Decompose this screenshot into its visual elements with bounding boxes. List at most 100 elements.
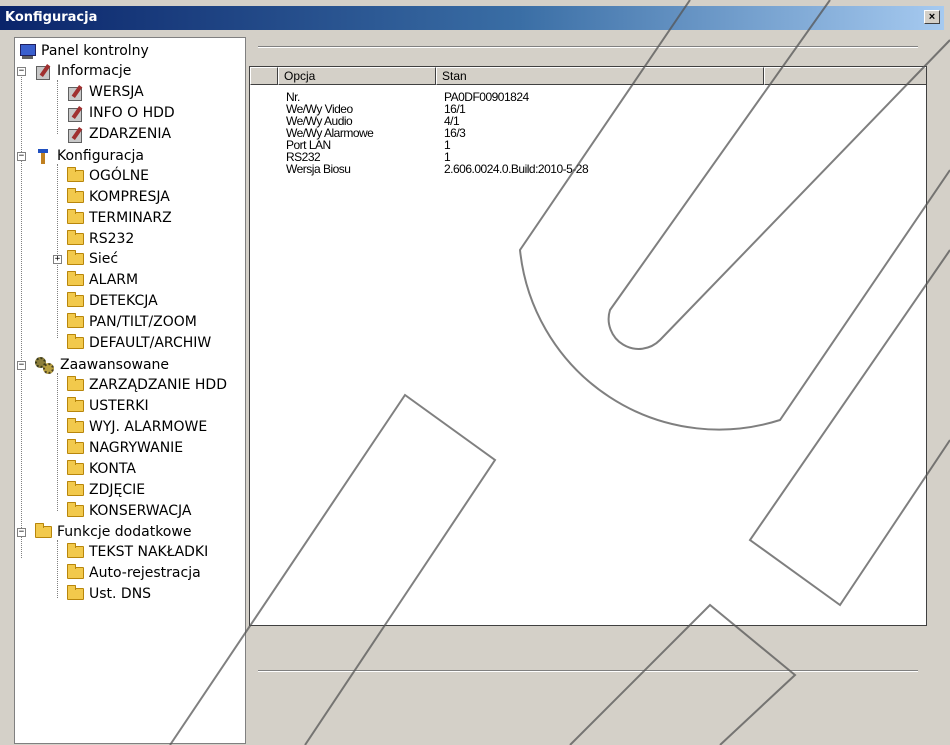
close-button[interactable]: × <box>924 10 940 24</box>
window-title: Konfiguracja <box>5 10 98 25</box>
tree-item-rs232[interactable]: RS232 <box>67 229 134 249</box>
tree-item-label: WERSJA <box>89 84 144 100</box>
tree-node-label: Konfiguracja <box>57 148 145 164</box>
collapse-toggle-funkcje[interactable]: − <box>17 528 26 537</box>
table-row[interactable]: RS232 1 <box>250 151 926 163</box>
tree-item-label: KONSERWACJA <box>89 503 192 519</box>
table-header: Opcja Stan <box>250 67 926 85</box>
tree-item-konta[interactable]: KONTA <box>67 459 136 479</box>
expand-toggle-siec[interactable]: + <box>53 255 62 264</box>
tree-item-pan-tilt-zoom[interactable]: PAN/TILT/ZOOM <box>67 312 197 332</box>
tree-item-nagrywanie[interactable]: NAGRYWANIE <box>67 438 183 458</box>
tree-item-label: OGÓLNE <box>89 168 150 184</box>
note-icon <box>35 64 52 80</box>
cell-option: Wersja Biosu <box>286 162 351 176</box>
config-window: Konfiguracja × Panel kontrolny − Informa… <box>0 0 950 745</box>
tree-item-label: Auto-rejestracja <box>89 565 201 581</box>
tree-item-label: KOMPRESJA <box>89 189 170 205</box>
collapse-toggle-zaawansowane[interactable]: − <box>17 361 26 370</box>
tree-item-usterki[interactable]: USTERKI <box>67 396 149 416</box>
tree-item-info-hdd[interactable]: INFO O HDD <box>67 103 175 123</box>
tree-item-zdarzenia[interactable]: ZDARZENIA <box>67 124 171 144</box>
tree-item-label: Sieć <box>89 251 119 267</box>
note-icon <box>67 85 84 101</box>
tree-node-label: Funkcje dodatkowe <box>57 524 192 540</box>
tree-node-konfiguracja[interactable]: Konfiguracja <box>35 146 144 166</box>
folder-icon <box>67 418 84 433</box>
tree-node-label: Informacje <box>57 63 132 79</box>
table-row[interactable]: Port LAN 1 <box>250 139 926 151</box>
folder-icon <box>67 188 84 203</box>
tree-item-default-archiw[interactable]: DEFAULT/ARCHIW <box>67 333 211 353</box>
tree-item-label: DEFAULT/ARCHIW <box>89 335 212 351</box>
tree-node-funkcje-dodatkowe[interactable]: Funkcje dodatkowe <box>35 522 191 542</box>
header-filler <box>764 67 926 85</box>
folder-icon <box>67 230 84 245</box>
tree-item-label: ZDARZENIA <box>89 126 172 142</box>
tree-item-kompresja[interactable]: KOMPRESJA <box>67 187 170 207</box>
cell-value: 2.606.0024.0.Build:2010-5-28 <box>444 162 589 176</box>
column-header-stan[interactable]: Stan <box>436 67 764 85</box>
tree-item-wyj-alarmowe[interactable]: WYJ. ALARMOWE <box>67 417 207 437</box>
tree-item-konserwacja[interactable]: KONSERWACJA <box>67 501 191 521</box>
tree-line <box>21 70 22 558</box>
tree-item-ogolne[interactable]: OGÓLNE <box>67 166 149 186</box>
tree-item-alarm[interactable]: ALARM <box>67 270 138 290</box>
tree-item-terminarz[interactable]: TERMINARZ <box>67 208 172 228</box>
tree-root-label: Panel kontrolny <box>41 43 149 59</box>
tree-line <box>57 373 58 511</box>
tree-item-label: TERMINARZ <box>89 210 172 226</box>
folder-icon <box>67 271 84 286</box>
tree-item-label: WYJ. ALARMOWE <box>89 419 208 435</box>
folder-icon <box>67 564 84 579</box>
tree-line <box>57 164 58 338</box>
tree-item-siec[interactable]: Sieć <box>67 249 118 269</box>
folder-icon <box>67 481 84 496</box>
tree-root-panel[interactable]: Panel kontrolny <box>19 41 149 61</box>
collapse-toggle-informacje[interactable]: − <box>17 67 26 76</box>
folder-icon <box>35 523 52 538</box>
tree-node-zaawansowane[interactable]: Zaawansowane <box>35 355 169 375</box>
tree-item-label: INFO O HDD <box>89 105 175 121</box>
tree-item-label: KONTA <box>89 461 136 477</box>
folder-icon <box>67 292 84 307</box>
tree-item-label: NAGRYWANIE <box>89 440 184 456</box>
tree-node-informacje[interactable]: Informacje <box>35 61 131 81</box>
tree-item-detekcja[interactable]: DETEKCJA <box>67 291 158 311</box>
header-spacer <box>250 67 278 85</box>
tree-item-label: ALARM <box>89 272 139 288</box>
tree-line <box>57 80 58 134</box>
folder-icon <box>67 397 84 412</box>
tree-item-tekst-nakladki[interactable]: TEKST NAKŁADKI <box>67 542 208 562</box>
table-row[interactable]: Wersja Biosu 2.606.0024.0.Build:2010-5-28 <box>250 162 926 176</box>
monitor-icon <box>19 43 36 59</box>
folder-icon <box>67 250 84 265</box>
tree-item-auto-rejestracja[interactable]: Auto-rejestracja <box>67 563 201 583</box>
tree-item-label: PAN/TILT/ZOOM <box>89 314 197 330</box>
tree-item-label: ZARZĄDZANIE HDD <box>89 377 227 393</box>
tree-item-label: USTERKI <box>89 398 149 414</box>
folder-icon <box>67 460 84 475</box>
gears-icon <box>35 355 55 375</box>
folder-icon <box>67 543 84 558</box>
tree-item-wersja[interactable]: WERSJA <box>67 82 144 102</box>
tree-item-zdjecie[interactable]: ZDJĘCIE <box>67 480 145 500</box>
folder-icon <box>67 334 84 349</box>
tree-item-label: TEKST NAKŁADKI <box>89 544 209 560</box>
tree-item-label: Ust. DNS <box>89 586 152 602</box>
top-separator <box>258 46 918 48</box>
title-bar[interactable]: Konfiguracja × <box>0 6 944 30</box>
collapse-toggle-konfiguracja[interactable]: − <box>17 152 26 161</box>
tree-node-label: Zaawansowane <box>60 357 170 373</box>
note-icon <box>67 106 84 122</box>
table-row[interactable]: We/Wy Alarmowe 16/3 <box>250 127 926 139</box>
column-header-opcja[interactable]: Opcja <box>278 67 436 85</box>
bottom-separator <box>258 670 918 672</box>
tree-item-label: DETEKCJA <box>89 293 158 309</box>
folder-icon <box>67 313 84 328</box>
tree-item-ust-dns[interactable]: Ust. DNS <box>67 584 151 604</box>
note-icon <box>67 127 84 143</box>
tree-item-zarzadzanie-hdd[interactable]: ZARZĄDZANIE HDD <box>67 375 227 395</box>
info-table: Opcja Stan Nr. PA0DF00901824 We/Wy Video 1… <box>249 66 927 626</box>
folder-icon <box>67 167 84 182</box>
